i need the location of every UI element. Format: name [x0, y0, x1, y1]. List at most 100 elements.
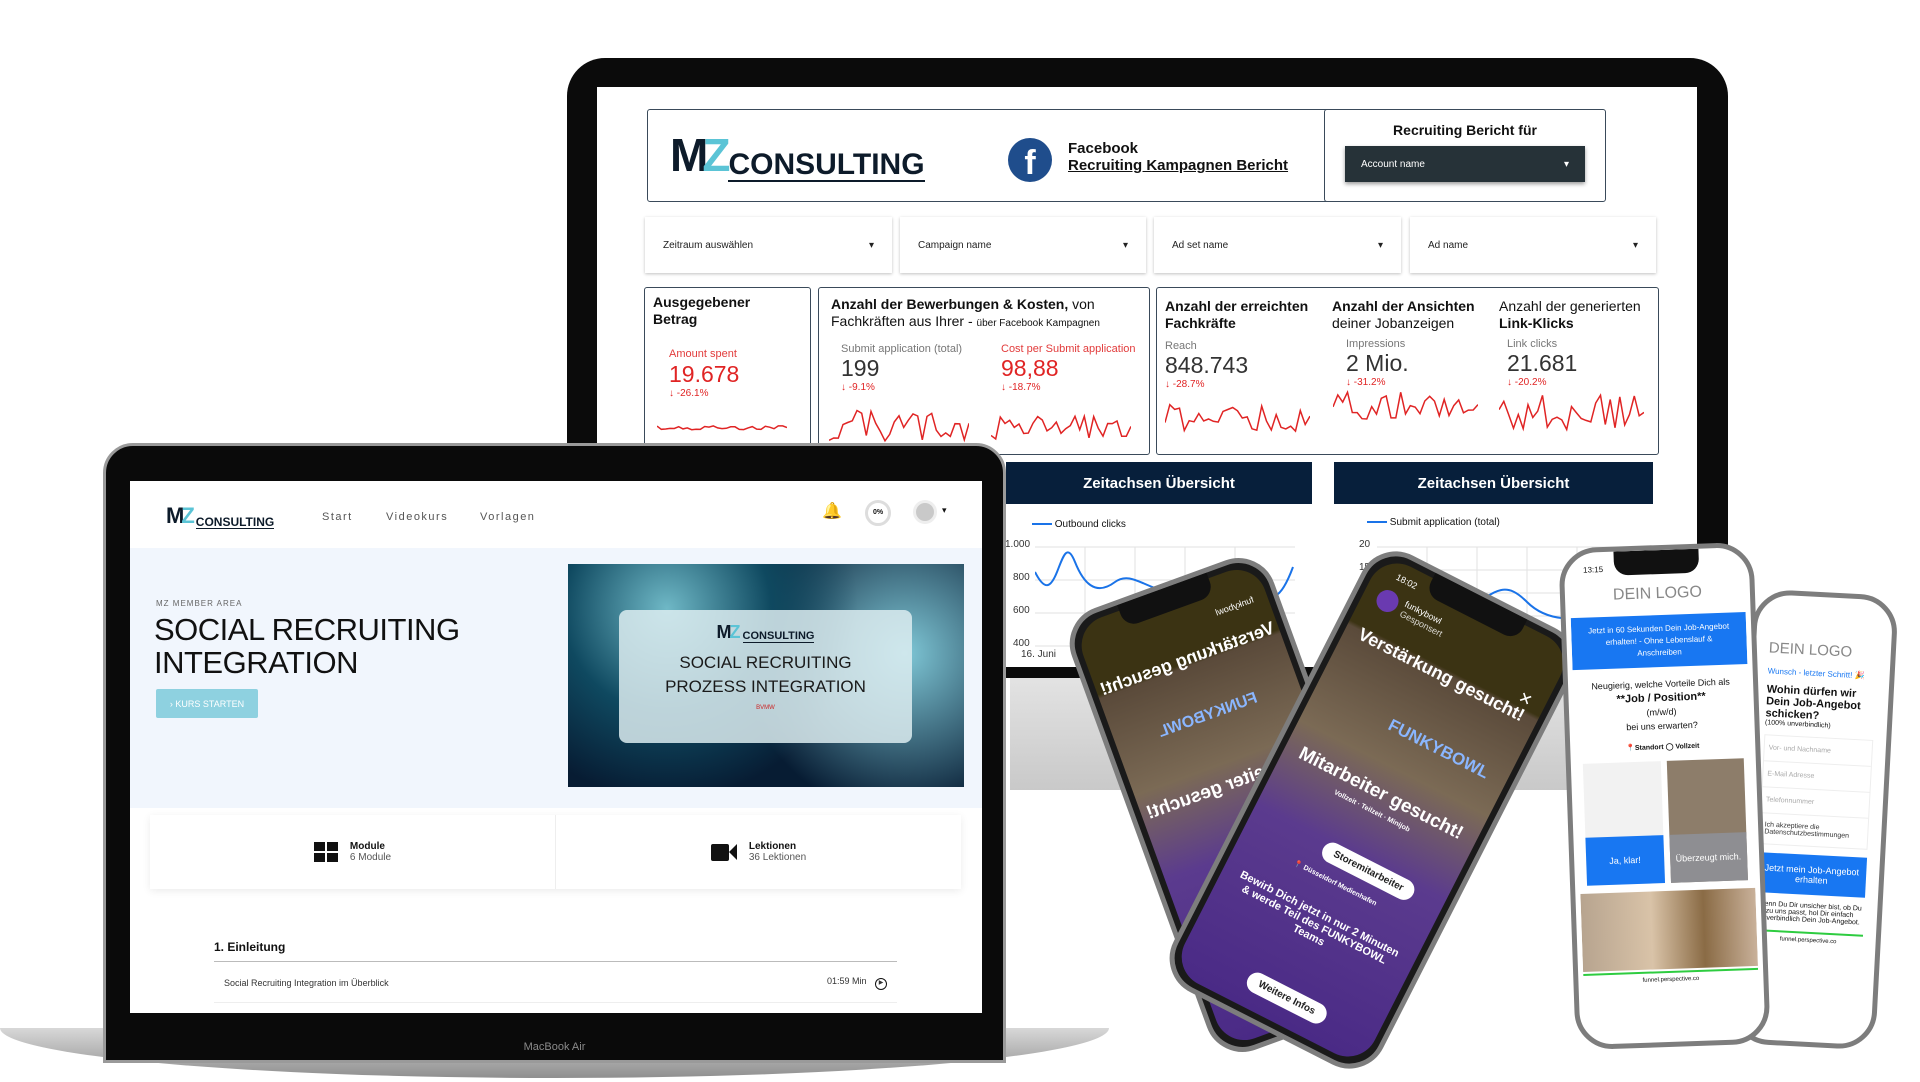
- kpi-card-reach: Anzahl der erreichten Fachkräfte Reach 8…: [1156, 287, 1659, 455]
- team-photo: [1580, 887, 1758, 972]
- avatar[interactable]: [913, 500, 937, 524]
- kpi-title: Anzahl der erreichten Fachkräfte: [1165, 298, 1309, 331]
- nav-start[interactable]: Start: [322, 511, 353, 523]
- account-avatar: [1372, 586, 1403, 616]
- grid-icon: [313, 842, 338, 862]
- sparkline: [1165, 403, 1310, 433]
- funnel-logo: DEIN LOGO: [1612, 583, 1703, 604]
- stat-modules: Module 6 Module: [150, 815, 556, 889]
- funnel-logo: DEIN LOGO: [1768, 639, 1853, 661]
- kpi-card-spent: Ausgegebener Betrag Amount spent 19.678 …: [644, 287, 811, 455]
- filter-campaign[interactable]: Campaign name ▾: [900, 217, 1146, 273]
- timeline-header: Zeitachsen Übersicht: [1334, 462, 1653, 504]
- dropdown-arrow-icon: ▾: [1377, 239, 1383, 251]
- funnel-question: 13:15 DEIN LOGO Jetzt in 60 Sekunden Dei…: [1568, 552, 1761, 1040]
- kpi-title: Anzahl der Bewerbungen & Kosten,: [831, 296, 1069, 312]
- more-info-button[interactable]: Weitere Infos: [1243, 968, 1330, 1028]
- url-bar: funnel.perspective.co: [1753, 928, 1864, 947]
- chart-legend: Submit application (total): [1367, 517, 1500, 528]
- report-for-card: Recruiting Bericht für Account name ▾: [1324, 109, 1606, 202]
- kpi-card-applications: Anzahl der Bewerbungen & Kosten, von Fach…: [818, 287, 1150, 455]
- lesson-row[interactable]: Social Recruiting Integration im Überbli…: [214, 963, 897, 1003]
- bvmw-logo: BVMW: [756, 705, 775, 711]
- kpi-title: Anzahl: [1499, 298, 1542, 314]
- kpi-title: Anzahl der Ansichten: [1332, 298, 1475, 314]
- facebook-icon: f: [1008, 138, 1052, 182]
- option-convince[interactable]: Überzeugt mich.: [1666, 758, 1748, 883]
- course-title: SOCIAL RECRUITING INTEGRATION: [154, 612, 460, 680]
- kpi-value: 848.743: [1165, 352, 1249, 378]
- sparkline-path: [829, 408, 969, 443]
- course-thumbnail[interactable]: MZ CONSULTING SOCIAL RECRUITING PROZESS IN…: [568, 564, 964, 787]
- chevron-down-icon[interactable]: ▾: [942, 505, 947, 516]
- sparkline-path: [1333, 389, 1478, 420]
- navbar: MZ CONSULTING Start Videokurs Vorlagen 🔔…: [130, 481, 982, 548]
- kpi-value: 199: [841, 355, 880, 381]
- dropdown-arrow-icon: ▾: [1122, 239, 1128, 251]
- course-screen: MZ CONSULTING Start Videokurs Vorlagen 🔔…: [130, 481, 982, 1013]
- sparkline-path: [991, 413, 1131, 441]
- dropdown-arrow-icon: ▾: [1632, 239, 1638, 251]
- laptop: MacBook Air MZ CONSULTING Start Videokur…: [103, 443, 1006, 1063]
- funnel-question-text: Neugierig, welche Vorteile Dich als **Job…: [1591, 676, 1731, 733]
- bell-icon[interactable]: 🔔: [822, 501, 842, 521]
- nav-videokurs[interactable]: Videokurs: [386, 511, 448, 523]
- kpi-label: Submit application (total): [841, 343, 963, 355]
- device-label: MacBook Air: [523, 1041, 586, 1053]
- y-tick: 20: [1359, 539, 1371, 550]
- status-time: 13:15: [1582, 565, 1604, 575]
- stats-card: Module 6 Module Lektionen 36 Lektionen: [150, 815, 961, 889]
- kpi-value: 98,88: [1001, 355, 1059, 381]
- platform-label: Facebook: [1068, 140, 1139, 157]
- dropdown-arrow-icon: ▾: [1563, 158, 1569, 170]
- start-course-button[interactable]: › KURS STARTEN: [156, 689, 258, 718]
- report-title: Recruiting Kampagnen Bericht: [1068, 157, 1289, 174]
- y-tick: 400: [1013, 638, 1030, 649]
- sparkline: [1333, 389, 1478, 420]
- kpi-value: 2 Mio.: [1346, 350, 1409, 376]
- funnel-banner: Jetzt in 60 Sekunden Dein Job-Angebot er…: [1570, 612, 1748, 671]
- timeline-header: Zeitachsen Übersicht: [1006, 462, 1312, 504]
- sparkline: [829, 408, 969, 443]
- dropdown-arrow-icon: ▾: [868, 239, 874, 251]
- kpi-title: Ausgegebener Betrag: [653, 294, 751, 327]
- sparkline: [991, 413, 1131, 441]
- role-pill: Storemitarbeiter: [1318, 838, 1419, 904]
- x-tick: 16. Juni: [1021, 649, 1057, 660]
- mz-logo: MZ CONSULTING: [716, 622, 815, 643]
- mz-logo: MZ CONSULTING: [670, 129, 925, 182]
- section-title: 1. Einleitung: [214, 940, 286, 954]
- filter-adset[interactable]: Ad set name ▾: [1154, 217, 1401, 273]
- eyebrow: MZ MEMBER AREA: [156, 599, 243, 608]
- stat-lessons: Lektionen 36 Lektionen: [556, 815, 961, 889]
- status-time: 18:02: [1394, 572, 1419, 592]
- filter-date[interactable]: Zeitraum auswählen ▾: [645, 217, 892, 273]
- chart-legend: Outbound clicks: [1032, 519, 1126, 530]
- video-camera-icon: [710, 843, 737, 861]
- form-question: Wohin dürfen wir Dein Job-Angebot schick…: [1765, 683, 1862, 723]
- phone-funnel-question: 13:15 DEIN LOGO Jetzt in 60 Sekunden Dei…: [1558, 541, 1771, 1051]
- job-meta: 📍Standort ◯ Vollzeit: [1626, 742, 1700, 753]
- kpi-change: -26.1%: [676, 388, 709, 399]
- thumbnail-title: SOCIAL RECRUITING PROZESS INTEGRATION: [665, 653, 866, 696]
- progress-ring: 0%: [865, 500, 891, 526]
- sparkline-path: [657, 425, 787, 431]
- submit-button[interactable]: Jetzt mein Job-Angebot erhalten: [1756, 852, 1868, 898]
- nav-vorlagen[interactable]: Vorlagen: [480, 511, 535, 523]
- sparkline: [657, 425, 787, 431]
- account-select[interactable]: Account name ▾: [1345, 146, 1585, 182]
- kpi-value: 21.681: [1507, 350, 1578, 376]
- filter-ad[interactable]: Ad name ▾: [1410, 217, 1656, 273]
- consent-checkbox[interactable]: Ich akzeptiere die Datenschutzbestimmung…: [1760, 813, 1868, 849]
- sparkline-path: [1165, 403, 1310, 433]
- kpi-label: Amount spent: [669, 348, 737, 360]
- play-icon[interactable]: ▶: [875, 977, 887, 990]
- option-yes[interactable]: Ja, klar!: [1582, 761, 1665, 886]
- y-tick: 800: [1013, 572, 1030, 583]
- y-tick: 1.000: [1005, 539, 1031, 550]
- y-tick: 600: [1013, 605, 1030, 616]
- kpi-label: Cost per Submit application: [1001, 343, 1136, 355]
- report-for-label: Recruiting Bericht für: [1393, 122, 1537, 138]
- sparkline-path: [1499, 393, 1644, 432]
- mz-logo[interactable]: MZ CONSULTING: [166, 503, 275, 529]
